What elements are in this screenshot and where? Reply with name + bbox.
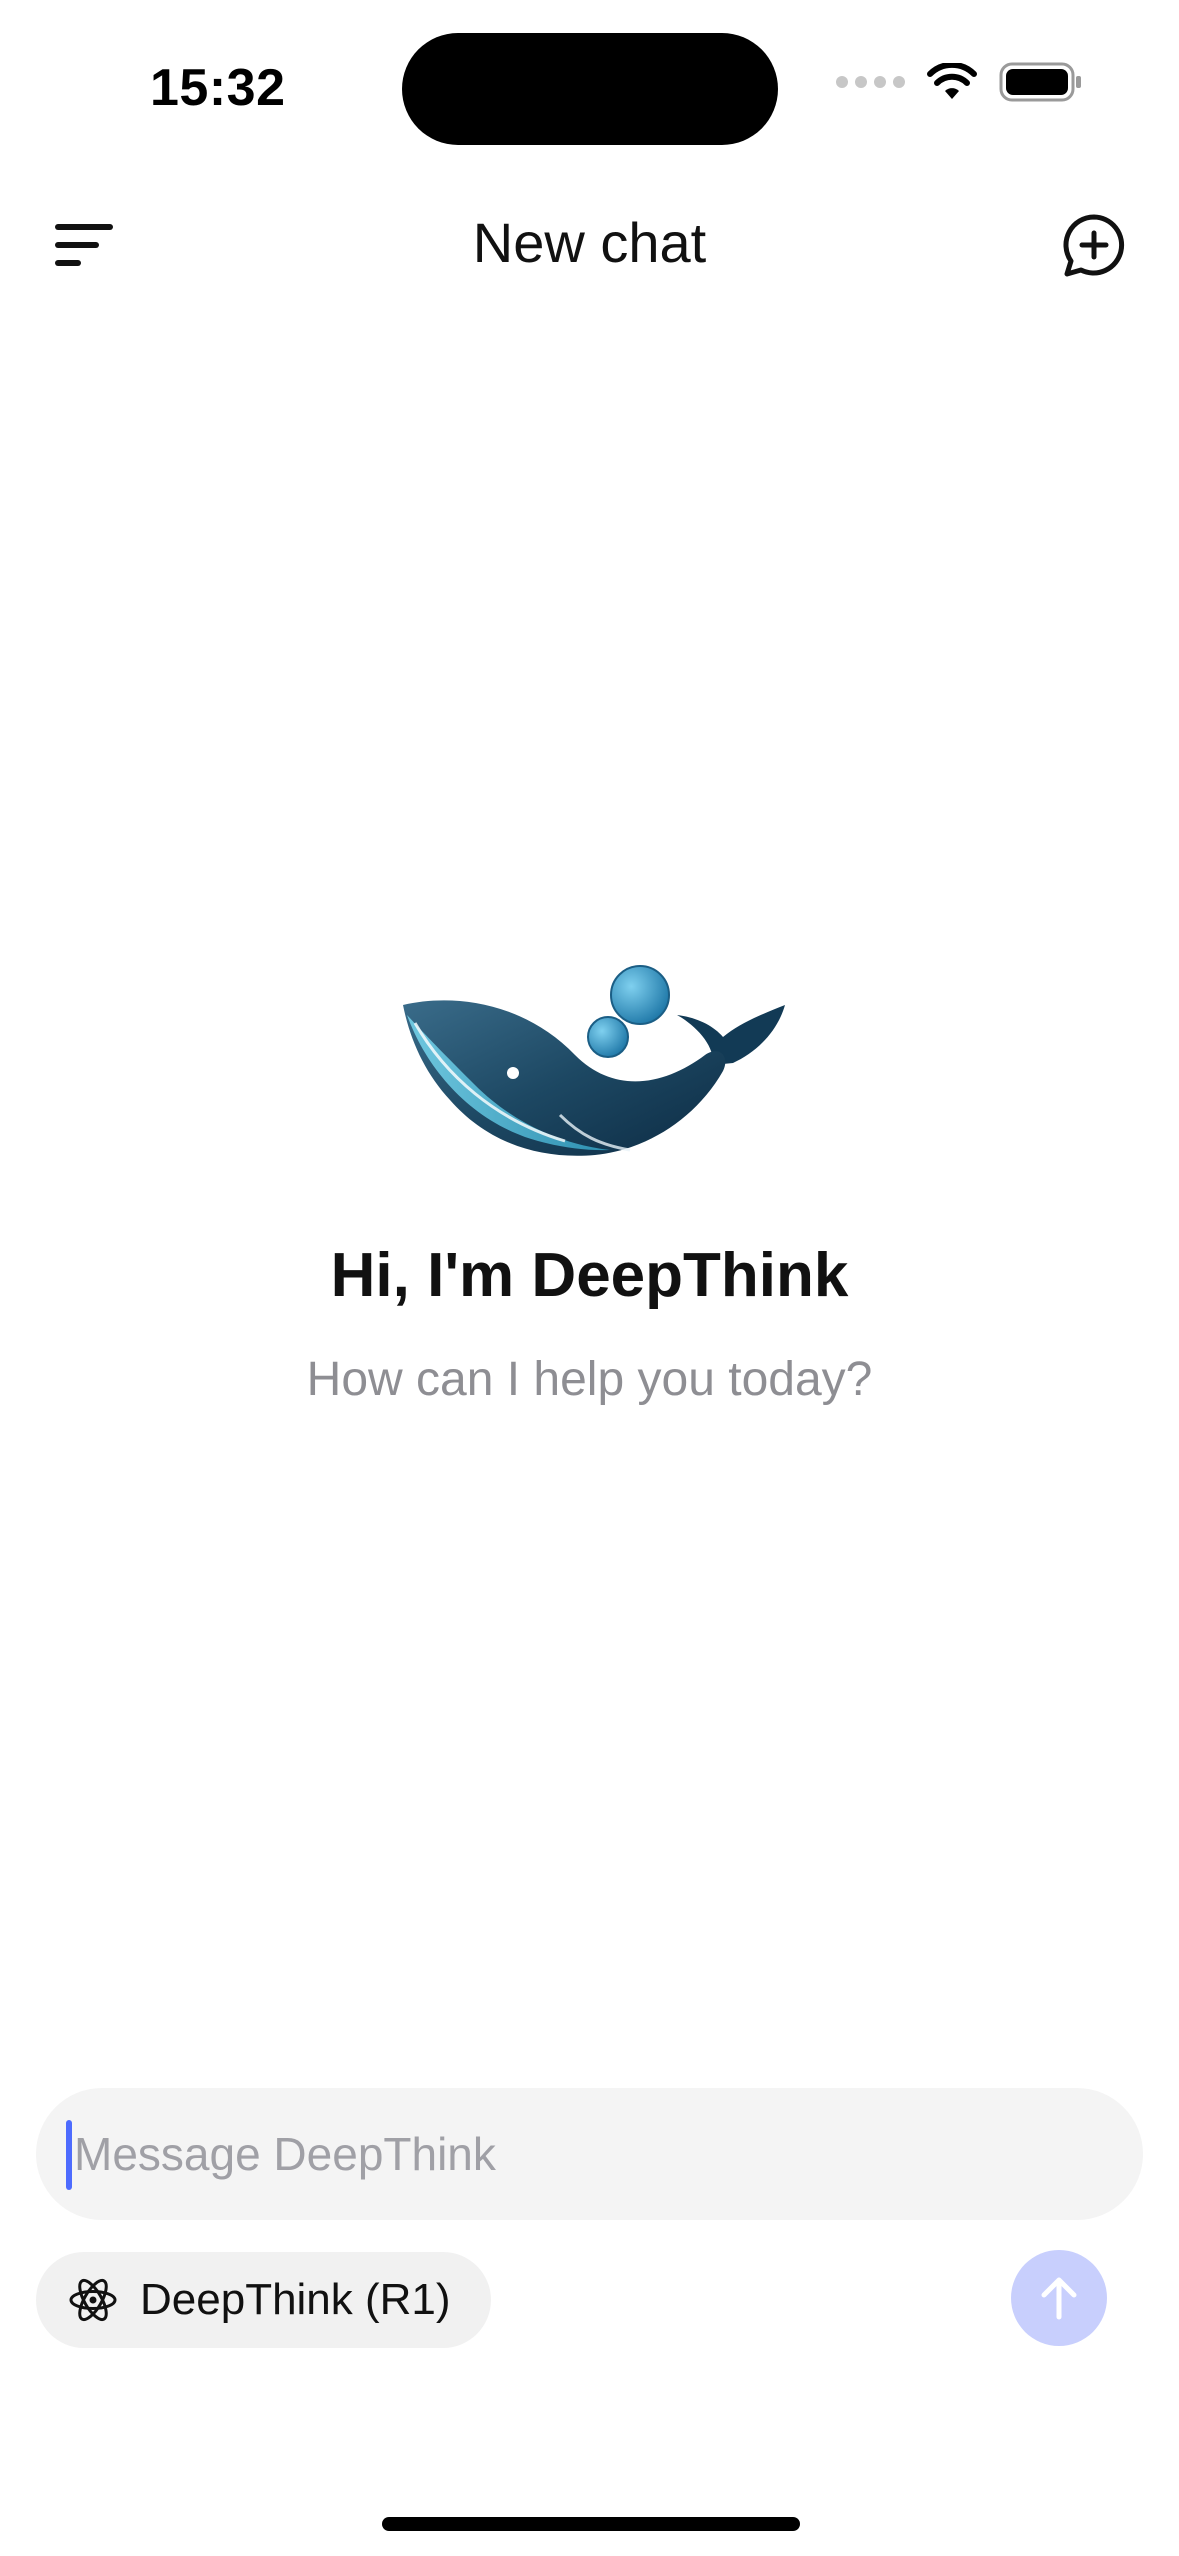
arrow-up-icon xyxy=(1041,2277,1077,2320)
greeting-title: Hi, I'm DeepThink xyxy=(330,1241,849,1310)
cellular-signal-icon xyxy=(836,76,905,88)
page-title: New chat xyxy=(472,211,707,274)
whale-logo-icon xyxy=(403,965,785,1156)
status-icons xyxy=(836,62,1083,102)
home-indicator[interactable] xyxy=(382,2517,800,2531)
atom-icon xyxy=(69,2278,117,2322)
message-input[interactable] xyxy=(70,2088,1110,2220)
greeting-subtitle: How can I help you today? xyxy=(306,1353,873,1406)
screen: 15:32 New chat Hi, I'm DeepThink How can… xyxy=(0,0,1179,2556)
new-chat-button[interactable] xyxy=(1061,212,1127,278)
message-composer[interactable] xyxy=(36,2088,1143,2220)
status-time: 15:32 xyxy=(150,59,286,117)
dynamic-island xyxy=(402,33,778,145)
deepthink-toggle-button[interactable]: DeepThink (R1) xyxy=(36,2252,491,2348)
deepthink-toggle-label: DeepThink (R1) xyxy=(140,2275,451,2324)
battery-icon xyxy=(999,62,1081,102)
chat-bubble-plus-icon xyxy=(1063,214,1125,277)
wifi-icon xyxy=(927,63,977,99)
send-button[interactable] xyxy=(1011,2250,1107,2346)
